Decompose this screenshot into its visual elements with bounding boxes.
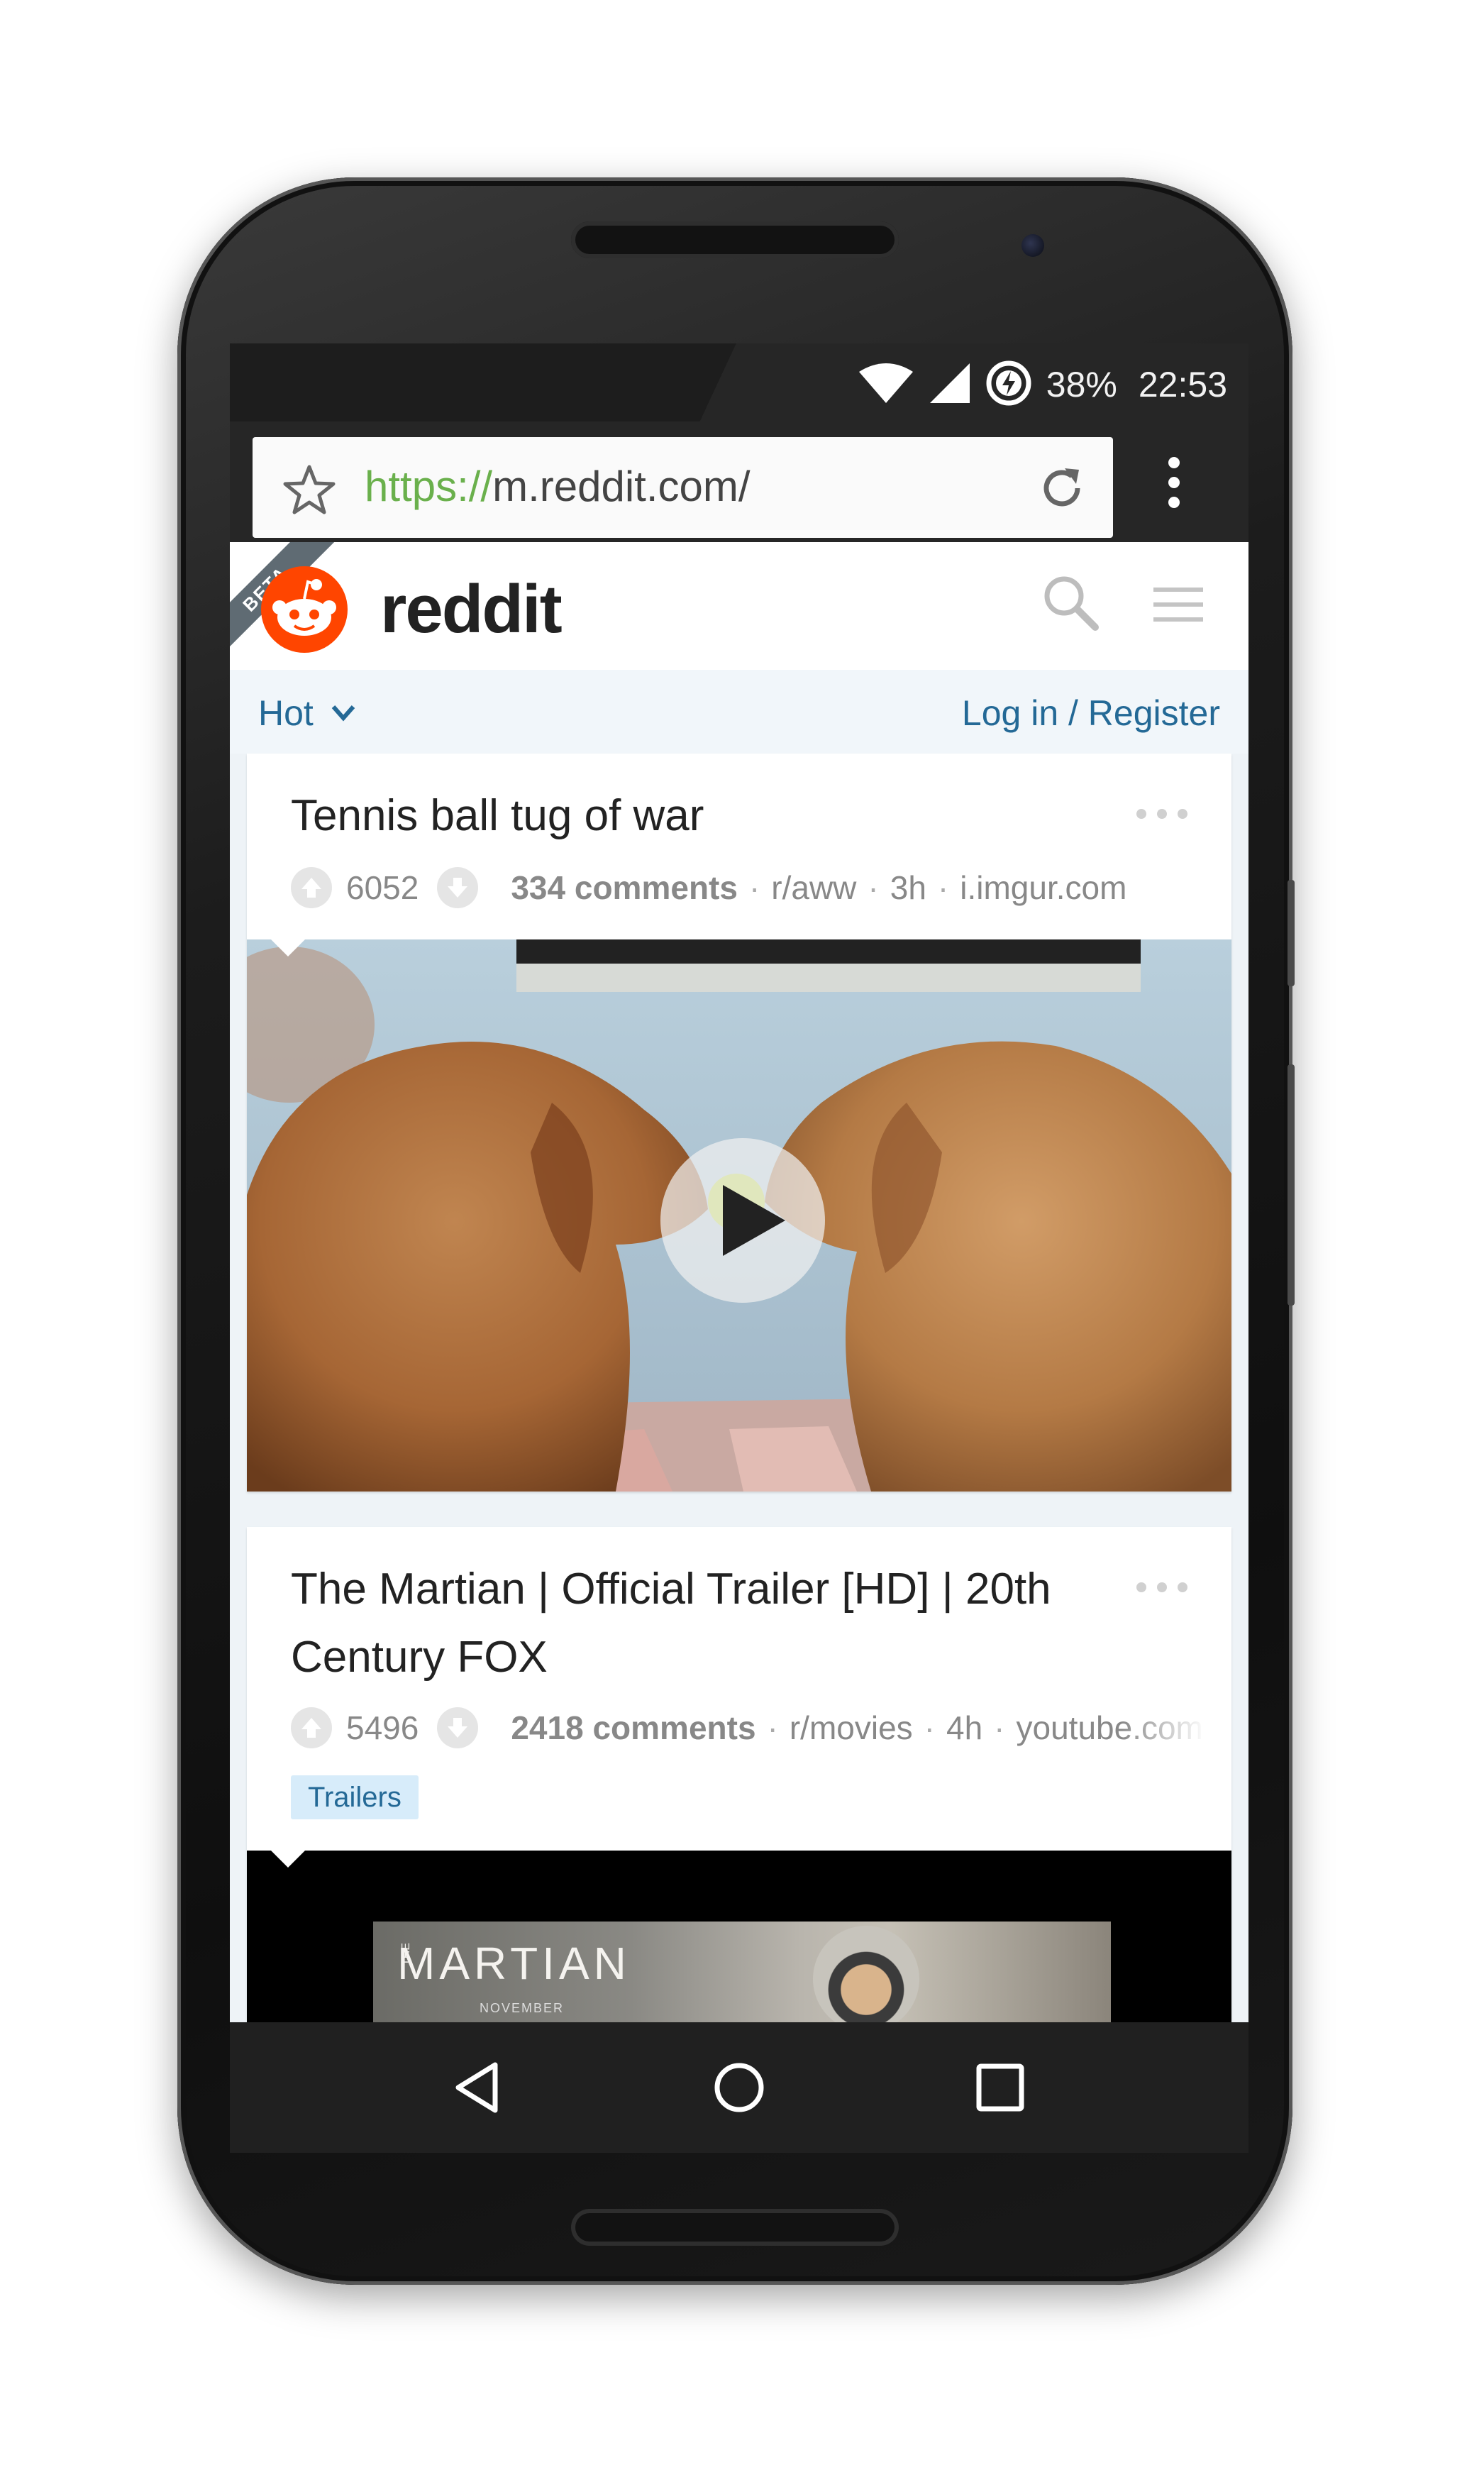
- battery-percent: 38%: [1046, 365, 1117, 404]
- url-text[interactable]: https://m.reddit.com/: [365, 460, 751, 514]
- meta-separator: ·: [994, 1709, 1005, 1746]
- meta-separator: ·: [767, 1709, 778, 1746]
- site-header: BETA reddit: [230, 542, 1248, 671]
- downvote-icon[interactable]: [437, 1707, 479, 1748]
- star-icon[interactable]: [282, 463, 336, 520]
- comments-link[interactable]: 2418 comments: [511, 1709, 755, 1747]
- meta-separator: ·: [748, 869, 760, 906]
- sort-bar: Hot Log in / Register: [230, 670, 1248, 754]
- post-score: 6052: [346, 869, 419, 906]
- url-bar[interactable]: https://m.reddit.com/: [253, 437, 1113, 538]
- post-card[interactable]: Tennis ball tug of war 6052 334 comments…: [247, 754, 1231, 1492]
- post-score: 5496: [346, 1709, 419, 1746]
- post-age: 3h: [890, 869, 926, 906]
- post-title[interactable]: The Martian | Official Trailer [HD] | 20…: [291, 1555, 1071, 1692]
- search-icon[interactable]: [1040, 572, 1100, 635]
- more-options-icon[interactable]: [1135, 807, 1189, 824]
- cell-signal-icon: [929, 362, 971, 408]
- refresh-icon[interactable]: [1036, 463, 1087, 517]
- chevron-down-icon[interactable]: [331, 704, 356, 726]
- reddit-logo-icon[interactable]: [261, 566, 348, 653]
- thumbnail-title: MARTIAN: [397, 1938, 631, 1989]
- meta-separator: ·: [937, 869, 949, 906]
- front-camera: [1021, 234, 1044, 257]
- power-button: [1288, 880, 1295, 986]
- meta-fade-mask: [1121, 863, 1206, 913]
- url-scheme: https://: [365, 463, 493, 510]
- login-register-link[interactable]: Log in / Register: [962, 693, 1220, 734]
- upvote-icon[interactable]: [291, 1707, 332, 1748]
- screen: 38% 22:53 https://m.reddit.com/ BETA: [230, 343, 1248, 2153]
- battery-charging-icon: [985, 360, 1032, 410]
- post-feed: Tennis ball tug of war 6052 334 comments…: [230, 754, 1248, 2153]
- post-age: 4h: [946, 1709, 983, 1746]
- status-bar: 38% 22:53: [230, 343, 1248, 421]
- wifi-icon: [858, 362, 914, 408]
- menu-dots-icon[interactable]: [1165, 456, 1183, 513]
- home-icon[interactable]: [707, 2055, 772, 2120]
- meta-separator: ·: [924, 1709, 935, 1746]
- media-notch: [271, 1851, 305, 1868]
- browser-toolbar: https://m.reddit.com/: [230, 421, 1248, 542]
- top-speaker: [571, 221, 899, 258]
- video-thumbnail: THE MARTIAN NOVEMBER: [373, 1922, 1111, 2032]
- post-domain[interactable]: i.imgur.com: [960, 869, 1126, 907]
- sort-dropdown[interactable]: Hot: [258, 693, 314, 734]
- downvote-icon[interactable]: [437, 867, 479, 908]
- post-flair[interactable]: Trailers: [291, 1775, 419, 1819]
- status-clock: 22:53: [1138, 365, 1227, 404]
- comments-link[interactable]: 334 comments: [511, 869, 738, 907]
- post-meta: 5496 2418 comments · r/movies · 4h · you…: [291, 1703, 1206, 1753]
- volume-button: [1288, 1064, 1295, 1306]
- meta-fade-mask: [1121, 1703, 1206, 1753]
- android-nav-bar: [230, 2022, 1248, 2153]
- reddit-wordmark[interactable]: reddit: [380, 570, 563, 649]
- subreddit-link[interactable]: r/movies: [790, 1709, 913, 1747]
- play-button[interactable]: [660, 1138, 825, 1303]
- more-options-icon[interactable]: [1135, 1581, 1189, 1597]
- thumbnail-subtitle: NOVEMBER: [480, 2001, 565, 2015]
- post-meta: 6052 334 comments · r/aww · 3h · i.imgur…: [291, 863, 1206, 913]
- post-title[interactable]: Tennis ball tug of war: [291, 782, 704, 850]
- meta-separator: ·: [868, 869, 879, 906]
- back-icon[interactable]: [447, 2055, 512, 2120]
- bottom-speaker: [571, 2209, 899, 2246]
- astronaut-helmet: [813, 1926, 919, 2032]
- url-host: m.reddit.com/: [492, 463, 751, 510]
- recents-icon[interactable]: [968, 2055, 1033, 2120]
- subreddit-link[interactable]: r/aww: [771, 869, 856, 907]
- hamburger-menu-icon[interactable]: [1153, 585, 1203, 628]
- media-notch: [271, 939, 305, 956]
- post-media-gif[interactable]: [247, 939, 1231, 1492]
- upvote-icon[interactable]: [291, 867, 332, 908]
